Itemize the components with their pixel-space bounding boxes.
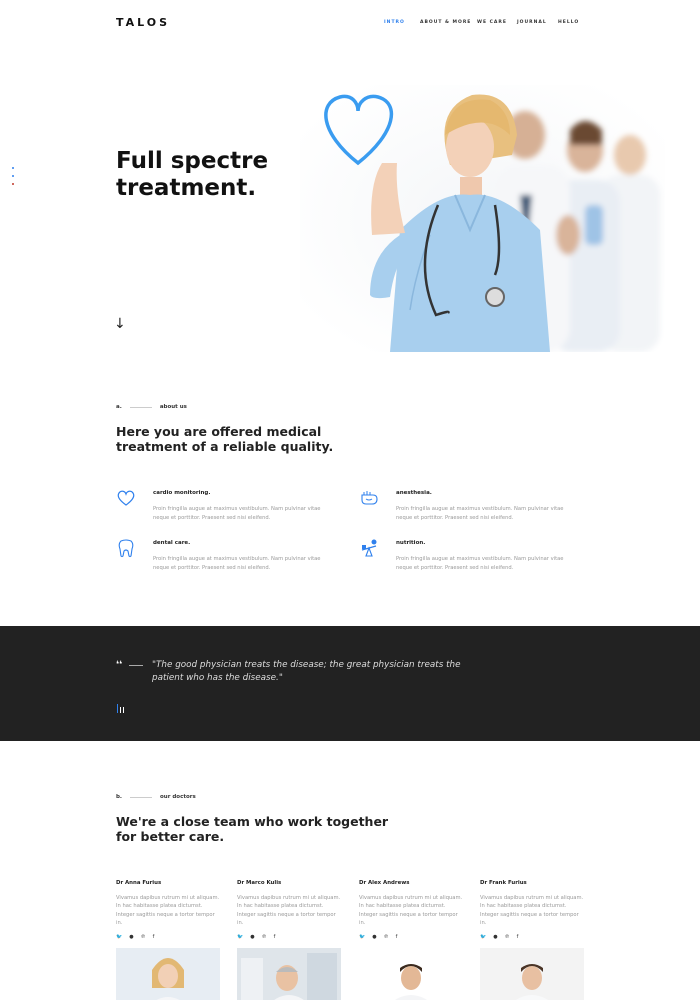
doctor-card[interactable]: Dr Anna Furius Vivamus dapibus rutrum mi… (116, 880, 220, 1000)
doctors-heading-line2: for better care. (116, 829, 225, 844)
divider (130, 796, 153, 798)
doctor-photo (116, 948, 220, 1000)
feature-title: anesthesia. (396, 490, 432, 496)
quote-line1: "The good physician treats the disease; … (152, 660, 461, 670)
feature-desc: Proin fringilla augue at maximus vestibu… (396, 506, 564, 521)
pinterest-icon[interactable]: ℗ (505, 934, 510, 940)
divider (129, 406, 152, 408)
nav-journal[interactable]: JOURNAL (517, 20, 558, 25)
pager-bar[interactable] (120, 707, 121, 713)
facebook-icon[interactable]: f (517, 934, 519, 940)
doctors-heading: We're a close team who work together for… (116, 814, 416, 844)
about-index: a. (116, 404, 122, 410)
feature-title: nutrition. (396, 540, 426, 546)
doctor-desc: Vivamus dapibus rutrum mi ut aliquam. In… (237, 895, 341, 926)
heart-icon (117, 490, 135, 506)
social-links: 🐦 ● ℗ f (480, 934, 584, 940)
github-icon[interactable]: ● (250, 934, 254, 940)
pinterest-icon[interactable]: ℗ (262, 934, 267, 940)
dot-intro[interactable] (12, 167, 14, 169)
about-heading-line1: Here you are offered medical (116, 424, 322, 439)
doctors-section-tag: b. our doctors (116, 794, 196, 800)
social-links: 🐦 ● ℗ f (116, 934, 220, 940)
site-logo[interactable]: TALOS (116, 16, 170, 29)
doctors-index: b. (116, 794, 123, 800)
doctor-desc: Vivamus dapibus rutrum mi ut aliquam. In… (359, 895, 463, 926)
facebook-icon[interactable]: f (153, 934, 155, 940)
doctor-card[interactable]: Dr Marco Kulis Vivamus dapibus rutrum mi… (237, 880, 341, 1000)
twitter-icon[interactable]: 🐦 (359, 934, 365, 940)
quote-pager[interactable] (117, 704, 124, 713)
social-links: 🐦 ● ℗ f (359, 934, 463, 940)
nav-about-more[interactable]: ABOUT & MORE (420, 20, 477, 25)
dot-doctors[interactable] (12, 183, 14, 185)
nav-we-care[interactable]: WE CARE (477, 20, 517, 25)
quote-divider (129, 665, 143, 666)
hero-image (300, 85, 665, 352)
about-heading: Here you are offered medical treatment o… (116, 424, 376, 454)
about-tag-label: about us (159, 404, 187, 410)
doctor-card[interactable]: Dr Frank Furius Vivamus dapibus rutrum m… (480, 880, 584, 1000)
pager-bar-active[interactable] (117, 704, 118, 713)
facebook-icon[interactable]: f (274, 934, 276, 940)
doctor-name: Dr Alex Andrews (359, 880, 410, 886)
doctors-tag-label: our doctors (160, 794, 196, 800)
github-icon[interactable]: ● (372, 934, 376, 940)
feature-title: cardio monitoring. (153, 490, 211, 496)
hero-title: Full spectre treatment. (116, 148, 316, 202)
nav-intro[interactable]: INTRO (384, 20, 420, 25)
about-section-tag: a. about us (116, 404, 187, 410)
main-nav: INTRO ABOUT & MORE WE CARE JOURNAL HELLO (384, 20, 579, 25)
doctor-photo (237, 948, 341, 1000)
feature-title: dental care. (153, 540, 191, 546)
feature-desc: Proin fringilla augue at maximus vestibu… (396, 556, 564, 571)
doctor-name: Dr Anna Furius (116, 880, 162, 886)
quote-text: "The good physician treats the disease; … (152, 659, 472, 684)
twitter-icon[interactable]: 🐦 (237, 934, 243, 940)
pager-bar[interactable] (123, 707, 124, 713)
nutrition-icon (361, 539, 377, 557)
section-dots (12, 167, 14, 185)
nav-hello[interactable]: HELLO (558, 20, 579, 25)
doctor-name: Dr Frank Furius (480, 880, 527, 886)
twitter-icon[interactable]: 🐦 (116, 934, 122, 940)
pinterest-icon[interactable]: ℗ (141, 934, 146, 940)
feature-desc: Proin fringilla augue at maximus vestibu… (153, 556, 321, 571)
tooth-icon (118, 539, 134, 558)
about-heading-line2: treatment of a reliable quality. (116, 439, 334, 454)
doctor-photo (359, 948, 463, 1000)
anesthesia-icon (361, 491, 378, 505)
doctor-desc: Vivamus dapibus rutrum mi ut aliquam. In… (480, 895, 584, 926)
hero-title-line2: treatment. (116, 175, 257, 201)
doctors-heading-line1: We're a close team who work together (116, 814, 389, 829)
doctor-desc: Vivamus dapibus rutrum mi ut aliquam. In… (116, 895, 220, 926)
social-links: 🐦 ● ℗ f (237, 934, 341, 940)
github-icon[interactable]: ● (493, 934, 497, 940)
facebook-icon[interactable]: f (396, 934, 398, 940)
doctor-name: Dr Marco Kulis (237, 880, 282, 886)
pinterest-icon[interactable]: ℗ (384, 934, 389, 940)
quote-line2: patient who has the disease." (152, 672, 283, 683)
twitter-icon[interactable]: 🐦 (480, 934, 486, 940)
feature-desc: Proin fringilla augue at maximus vestibu… (153, 506, 321, 521)
dot-about[interactable] (12, 175, 14, 177)
github-icon[interactable]: ● (129, 934, 133, 940)
doctor-card[interactable]: Dr Alex Andrews Vivamus dapibus rutrum m… (359, 880, 463, 1000)
doctor-photo (480, 948, 584, 1000)
hero-title-line1: Full spectre (116, 148, 269, 174)
quote-icon: ❛❛ (116, 660, 123, 670)
arrow-down-icon[interactable]: ↓ (114, 316, 126, 332)
